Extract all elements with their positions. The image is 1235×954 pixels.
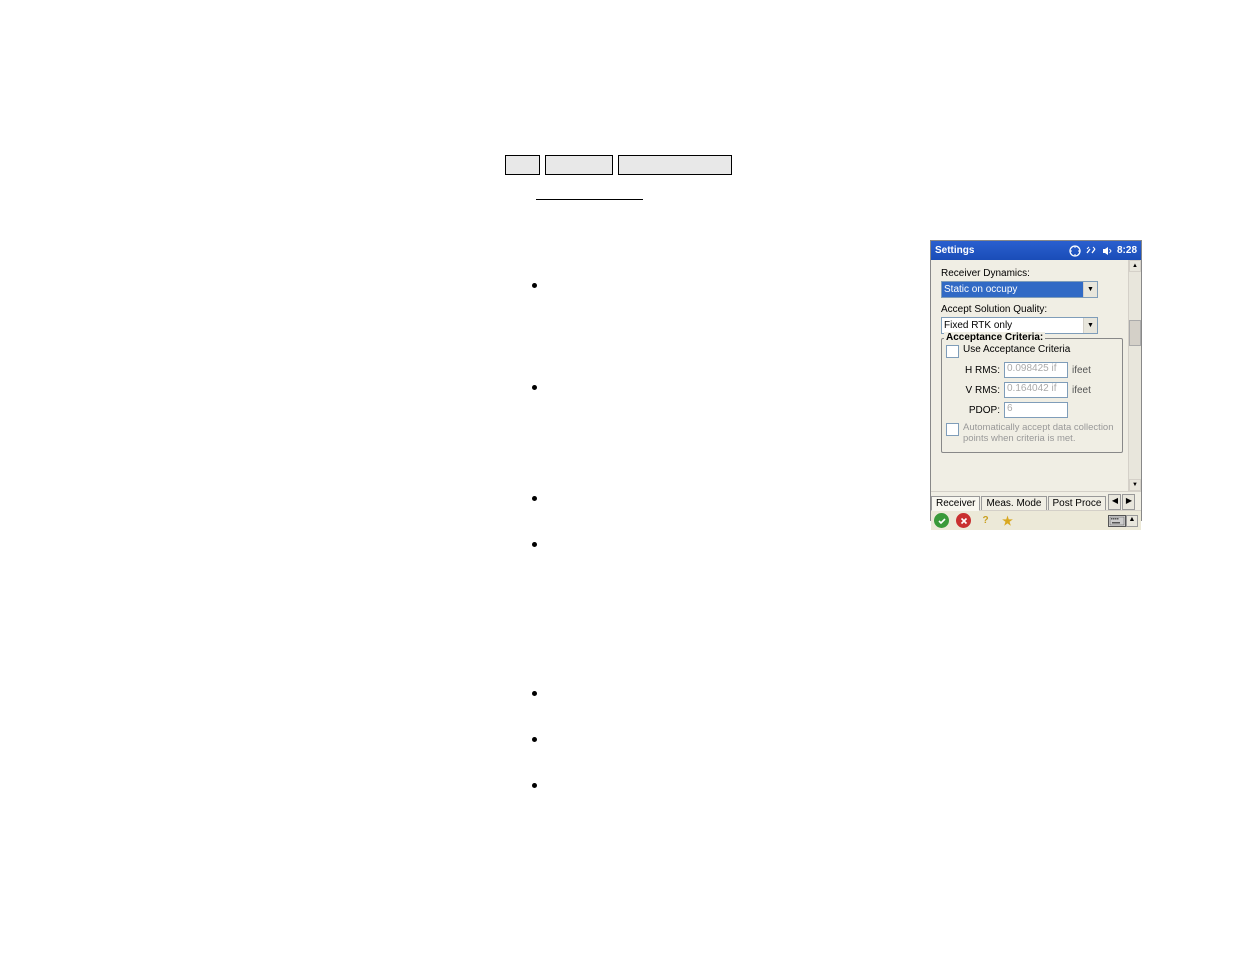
tab-scroll-left[interactable]: ◀ bbox=[1108, 494, 1121, 510]
help-button[interactable]: ? bbox=[978, 513, 993, 528]
bullet bbox=[532, 496, 537, 501]
nav-box-2 bbox=[545, 155, 613, 175]
underline bbox=[536, 199, 643, 200]
pdop-row: PDOP: 6 bbox=[962, 402, 1118, 418]
tabstrip: Receiver Meas. Mode Post Proce ◀ ▶ bbox=[931, 491, 1141, 510]
window-title: Settings bbox=[935, 245, 1069, 256]
accept-solution-value: Fixed RTK only bbox=[942, 320, 1083, 331]
vrms-unit: ifeet bbox=[1072, 385, 1091, 396]
bullet-list bbox=[532, 283, 537, 885]
titlebar: Settings 8:28 bbox=[931, 241, 1141, 260]
keyboard-icon[interactable] bbox=[1108, 515, 1126, 527]
scroll-down-button[interactable]: ▼ bbox=[1129, 479, 1141, 491]
receiver-dynamics-dropdown[interactable]: Static on occupy ▼ bbox=[941, 281, 1098, 298]
bullet bbox=[532, 783, 537, 788]
clock-time: 8:28 bbox=[1117, 245, 1137, 256]
use-criteria-label: Use Acceptance Criteria bbox=[963, 344, 1070, 355]
tab-scroll-right[interactable]: ▶ bbox=[1122, 494, 1135, 510]
ok-button[interactable] bbox=[934, 513, 949, 528]
acceptance-criteria-fieldset: Acceptance Criteria: Use Acceptance Crit… bbox=[941, 338, 1123, 453]
auto-accept-row: Automatically accept data collection poi… bbox=[946, 422, 1118, 444]
chevron-down-icon[interactable]: ▼ bbox=[1083, 318, 1097, 333]
scroll-up-button[interactable]: ▲ bbox=[1129, 260, 1141, 272]
bullet bbox=[532, 691, 537, 696]
sip-up-button[interactable]: ▲ bbox=[1126, 515, 1138, 527]
acceptance-criteria-legend: Acceptance Criteria: bbox=[944, 332, 1045, 343]
auto-accept-checkbox[interactable] bbox=[946, 423, 959, 436]
content-area: Receiver Dynamics: Static on occupy ▼ Ac… bbox=[931, 260, 1141, 491]
bullet bbox=[532, 283, 537, 288]
vertical-scrollbar[interactable]: ▲ ▼ bbox=[1128, 260, 1141, 491]
favorite-button[interactable]: ★ bbox=[1000, 513, 1015, 528]
cancel-button[interactable] bbox=[956, 513, 971, 528]
vrms-row: V RMS: 0.164042 if ifeet bbox=[962, 382, 1118, 398]
pdop-input[interactable]: 6 bbox=[1004, 402, 1068, 418]
vrms-label: V RMS: bbox=[962, 385, 1000, 396]
use-criteria-row: Use Acceptance Criteria bbox=[946, 344, 1118, 358]
connectivity-icon[interactable] bbox=[1085, 245, 1097, 257]
receiver-dynamics-value: Static on occupy bbox=[942, 284, 1083, 295]
bullet bbox=[532, 737, 537, 742]
pdop-label: PDOP: bbox=[962, 405, 1000, 416]
auto-accept-label: Automatically accept data collection poi… bbox=[963, 422, 1118, 444]
scroll-thumb[interactable] bbox=[1129, 320, 1141, 346]
bottombar: ? ★ ▲ bbox=[931, 510, 1141, 530]
tab-receiver[interactable]: Receiver bbox=[931, 496, 980, 511]
speaker-icon[interactable] bbox=[1101, 245, 1113, 257]
nav-box-1 bbox=[505, 155, 540, 175]
bullet bbox=[532, 542, 537, 547]
bullet bbox=[532, 385, 537, 390]
hrms-input[interactable]: 0.098425 if bbox=[1004, 362, 1068, 378]
use-criteria-checkbox[interactable] bbox=[946, 345, 959, 358]
hrms-unit: ifeet bbox=[1072, 365, 1091, 376]
background-nav-boxes bbox=[505, 155, 732, 175]
tab-meas-mode[interactable]: Meas. Mode bbox=[981, 496, 1046, 510]
tab-post-proc[interactable]: Post Proce bbox=[1048, 496, 1107, 510]
nav-box-3 bbox=[618, 155, 732, 175]
hrms-label: H RMS: bbox=[962, 365, 1000, 376]
accept-solution-label: Accept Solution Quality: bbox=[941, 304, 1135, 315]
chevron-down-icon[interactable]: ▼ bbox=[1083, 282, 1097, 297]
sync-icon[interactable] bbox=[1069, 245, 1081, 257]
receiver-dynamics-label: Receiver Dynamics: bbox=[941, 268, 1135, 279]
settings-window: Settings 8:28 Receiver Dynamics: Static … bbox=[930, 240, 1142, 521]
hrms-row: H RMS: 0.098425 if ifeet bbox=[962, 362, 1118, 378]
vrms-input[interactable]: 0.164042 if bbox=[1004, 382, 1068, 398]
